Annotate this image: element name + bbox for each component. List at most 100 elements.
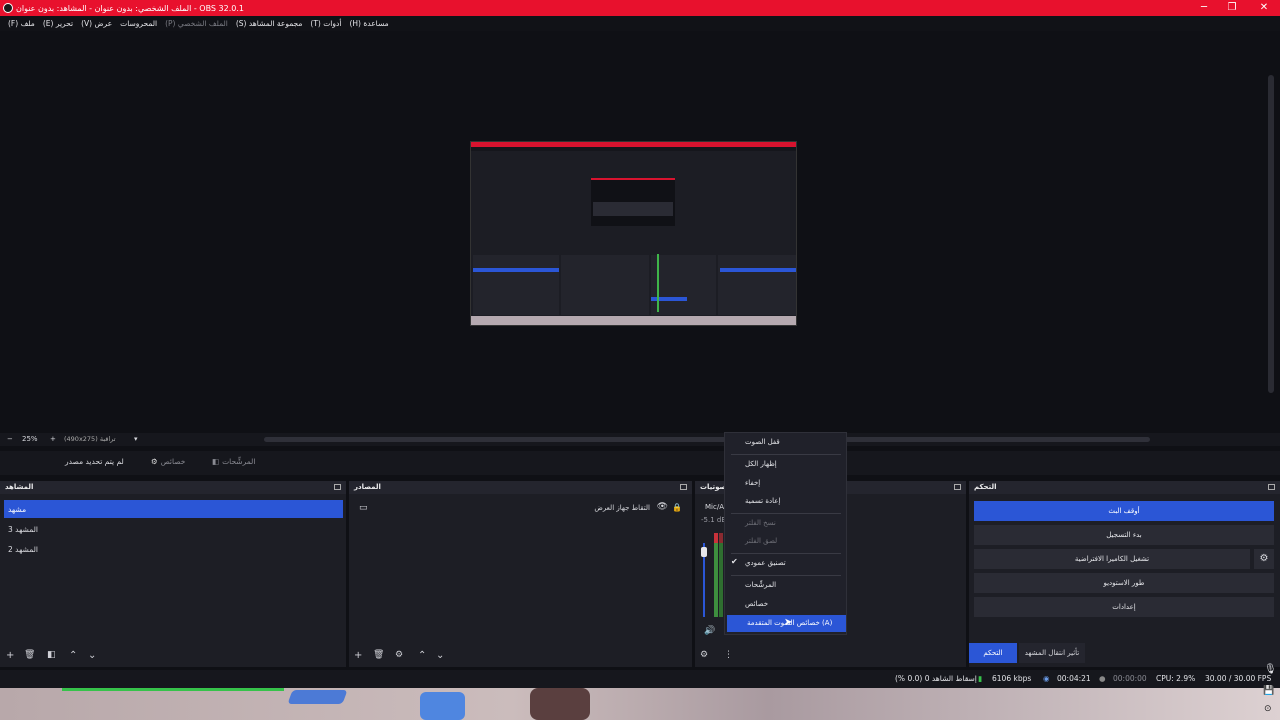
gear-icon: ⚙ (151, 457, 158, 466)
preview-vertical-scrollbar[interactable] (1268, 75, 1274, 393)
source-label: التقاط جهاز العرض (594, 504, 650, 512)
zoom-out-icon[interactable]: − (7, 435, 13, 443)
menu-item-lock-volume[interactable]: قفل الصوت (725, 434, 846, 451)
lock-icon[interactable]: 🔒 (672, 503, 682, 512)
controls-title: التحكم (974, 483, 997, 491)
sources-title: المصادر (354, 483, 381, 491)
menu-docks[interactable]: المحروسات (120, 19, 157, 28)
studio-mode-button[interactable]: طور الاستوديو (974, 573, 1274, 593)
sources-dock-header: المصادر (349, 481, 692, 494)
dock-float-icon[interactable] (1268, 484, 1275, 490)
zoom-dropdown-icon[interactable]: ▾ (134, 435, 138, 443)
speaker-icon[interactable]: 🔊 (704, 626, 715, 636)
tab-scene-transitions[interactable]: تأثير انتقال المشهد (1019, 643, 1085, 663)
mixer-track-name: Mic/A (705, 503, 724, 511)
dock-float-icon[interactable] (334, 484, 341, 490)
scenes-dock-header: المشاهد (0, 481, 346, 494)
menu-item-rename[interactable]: إعادة تسمية (725, 493, 846, 510)
save-icon[interactable]: 💾 (1263, 686, 1274, 696)
signal-icon: ▮ (978, 674, 983, 683)
add-source-button[interactable]: + (354, 650, 362, 661)
scene-item[interactable]: المشهد 3 (4, 520, 343, 538)
tab-controls[interactable]: التحكم (969, 643, 1017, 663)
scene-filters-button[interactable]: ◧ (47, 650, 56, 660)
sources-dock: المصادر ▭ 🔒 👁 التقاط جهاز العرض (349, 481, 692, 667)
dock-float-icon[interactable] (680, 484, 687, 490)
mixer-db-level: -5.1 dB (701, 516, 727, 524)
menu-item-paste-filters[interactable]: لصق الفلتر (725, 533, 846, 550)
start-virtual-camera-button[interactable]: تشغيل الكاميرا الافتراضية (974, 549, 1250, 569)
status-bar: إسقاط الشاهد 0 (0.0 %) ▮ 6106 kbps ◉ 00:… (0, 664, 1280, 688)
scene-down-button[interactable]: ⌄ (88, 650, 96, 661)
remove-source-button[interactable]: 🗑 (373, 650, 384, 660)
filter-icon: ◧ (212, 457, 220, 466)
volume-slider-handle[interactable] (701, 547, 707, 557)
filters-label: المرشِّحات (222, 457, 256, 466)
start-recording-button[interactable]: بدء التسجيل (974, 525, 1274, 545)
menu-item-show-all[interactable]: إظهار الكل (725, 456, 846, 473)
mixer-settings-icon[interactable]: ⚙ (700, 650, 708, 660)
fps: 30.00 / 30.00 FPS (1205, 674, 1272, 683)
no-source-label: لم يتم تحديد مصدر (65, 457, 124, 466)
stream-time: 00:04:21 (1057, 674, 1091, 683)
source-properties-gear-icon[interactable]: ⚙ (395, 650, 403, 660)
scene-up-button[interactable]: ⌃ (69, 650, 77, 661)
microphone-icon[interactable]: 🎙 (1264, 664, 1277, 675)
properties-label: خصائص (160, 457, 186, 466)
preview-image (470, 141, 797, 326)
dock-float-icon[interactable] (954, 484, 961, 490)
preview-resolution: (490x275) تراقبة (64, 435, 116, 443)
source-toolbar: لم يتم تحديد مصدر ⚙ خصائص ◧ المرشِّحات (0, 451, 1280, 475)
add-scene-button[interactable]: + (6, 650, 14, 661)
menu-bar: (F) ملف (E) تحرير (V) عرض المحروسات (P) … (0, 16, 1280, 31)
record-icon: ● (1099, 674, 1106, 683)
virtual-camera-settings-icon[interactable]: ⚙ (1254, 549, 1274, 569)
close-button[interactable]: ✕ (1248, 0, 1280, 16)
cpu-usage: CPU: 2.9% (1156, 674, 1196, 683)
menu-scene-collection[interactable]: (S) مجموعة المشاهد (236, 19, 303, 28)
scenes-dock: المشاهد مشهد المشهد 3 المشهد 2 (0, 481, 346, 667)
zoom-in-icon[interactable]: + (50, 435, 56, 443)
monitor-icon: ▭ (359, 503, 368, 513)
zoom-level[interactable]: 25% (22, 435, 38, 443)
eye-icon[interactable]: 👁 (657, 502, 668, 512)
stream-icon: ◉ (1043, 674, 1050, 683)
menu-profile[interactable]: (P) الملف الشخصي (165, 19, 228, 28)
audio-meter (719, 533, 723, 617)
filters-button[interactable]: ◧ المرشِّحات (212, 457, 255, 466)
properties-button[interactable]: ⚙ خصائص (151, 457, 185, 466)
menu-item-filters[interactable]: المرشِّحات (725, 577, 846, 594)
mixer-menu-icon[interactable]: ⋮ (724, 650, 733, 660)
record-time: 00:00:00 (1113, 674, 1147, 683)
controls-dock-header: التحكم (969, 481, 1280, 494)
menu-help[interactable]: (H) مساعدة (349, 19, 388, 28)
settings-circle-icon[interactable]: ⊙ (1264, 704, 1272, 714)
window-title: الملف الشخصي: بدون عنوان - المشاهد: بدون… (16, 3, 244, 13)
menu-item-properties[interactable]: خصائص (725, 596, 846, 613)
mixer-title: صوتيات (700, 483, 727, 491)
menu-edit[interactable]: (E) تحرير (43, 19, 73, 28)
menu-view[interactable]: (V) عرض (81, 19, 112, 28)
source-down-button[interactable]: ⌄ (436, 650, 444, 661)
mouse-cursor-icon: ➤ (784, 617, 793, 628)
maximize-button[interactable]: ❐ (1216, 0, 1248, 16)
dropped-frames: إسقاط الشاهد 0 (0.0 %) (895, 674, 977, 683)
mixer-context-menu: قفل الصوت إظهار الكل إخفاء إعادة تسمية ن… (724, 432, 847, 635)
menu-item-copy-filters[interactable]: نسخ الفلتر (725, 515, 846, 532)
scene-item[interactable]: مشهد (4, 500, 343, 518)
menu-item-vertical-layout[interactable]: تصنيق عمودي (725, 555, 846, 572)
scenes-title: المشاهد (5, 483, 34, 491)
bitrate: 6106 kbps (992, 674, 1032, 683)
preview-horizontal-scrollbar[interactable] (264, 437, 1150, 442)
stop-streaming-button[interactable]: أوقف البث (974, 501, 1274, 521)
settings-button[interactable]: إعدادات (974, 597, 1274, 617)
menu-item-hide[interactable]: إخفاء (725, 475, 846, 492)
remove-scene-button[interactable]: 🗑 (24, 650, 35, 660)
scene-item[interactable]: المشهد 2 (4, 540, 343, 558)
source-item[interactable]: ▭ 🔒 👁 التقاط جهاز العرض (353, 501, 688, 517)
menu-file[interactable]: (F) ملف (8, 19, 35, 28)
obs-logo-icon (3, 3, 13, 13)
source-up-button[interactable]: ⌃ (418, 650, 426, 661)
menu-tools[interactable]: (T) أدوات (310, 19, 341, 28)
game-background: 💾 ⊙ (0, 686, 1280, 720)
